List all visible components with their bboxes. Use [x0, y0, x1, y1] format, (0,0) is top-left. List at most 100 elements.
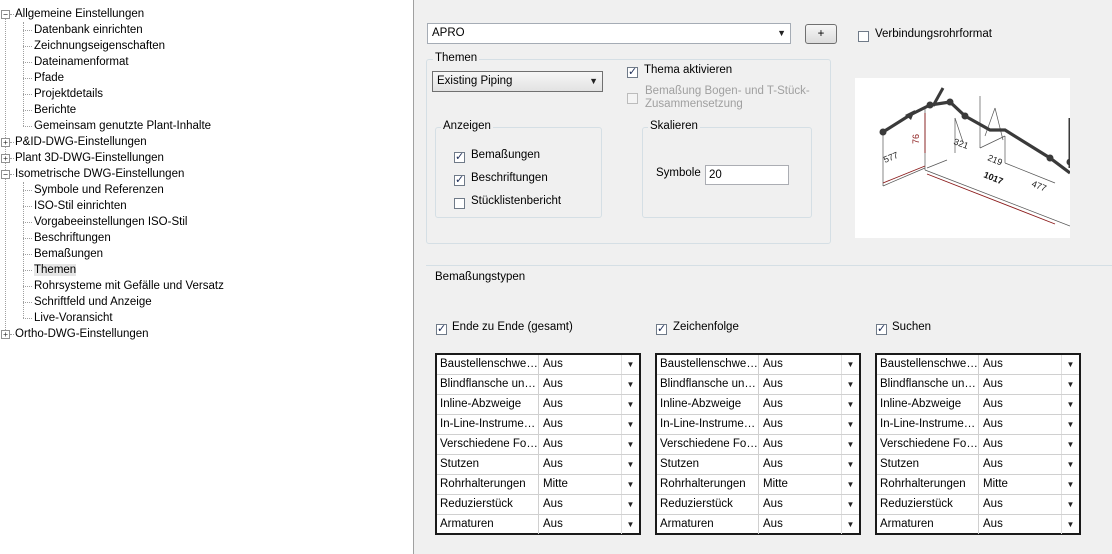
suchen-checkbox[interactable] — [876, 322, 887, 335]
suchen-grid[interactable]: Baustellenschwei... Aus ▼ Blindflansche und… — [875, 353, 1081, 535]
dimension-element-name: Inline-Abzweige — [437, 395, 539, 414]
ende-zu-ende-checkbox[interactable] — [436, 322, 447, 335]
chevron-down-icon[interactable]: ▼ — [841, 355, 859, 374]
dimension-mode-select[interactable]: Aus ▼ — [539, 495, 639, 514]
zeichenfolge-grid[interactable]: Baustellenschwei... Aus ▼ Blindflansche und… — [655, 353, 861, 535]
tree-item[interactable]: Isometrische DWG-Einstellungen — [15, 166, 184, 182]
tree-item[interactable]: Bemaßungen — [34, 246, 103, 262]
symbole-input[interactable]: 20 — [705, 165, 789, 185]
dimension-mode-select[interactable]: Aus ▼ — [759, 495, 859, 514]
chevron-down-icon[interactable]: ▼ — [621, 355, 639, 374]
dimension-mode-select[interactable]: Aus ▼ — [979, 515, 1079, 534]
chevron-down-icon[interactable]: ▼ — [1061, 395, 1079, 414]
tree-item[interactable]: Dateinamenformat — [34, 54, 129, 70]
chevron-down-icon[interactable]: ▼ — [621, 515, 639, 534]
chevron-down-icon[interactable]: ▼ — [1061, 355, 1079, 374]
chevron-down-icon[interactable]: ▼ — [1061, 515, 1079, 534]
chevron-down-icon[interactable]: ▼ — [841, 435, 859, 454]
thema-combo[interactable]: Existing Piping ▼ — [432, 71, 603, 92]
chevron-down-icon[interactable]: ▼ — [621, 475, 639, 494]
chevron-down-icon[interactable]: ▼ — [1061, 455, 1079, 474]
chevron-down-icon[interactable]: ▼ — [1061, 375, 1079, 394]
chevron-down-icon[interactable]: ▼ — [841, 495, 859, 514]
dimension-mode-select[interactable]: Aus ▼ — [539, 395, 639, 414]
dimension-mode-select[interactable]: Aus ▼ — [759, 375, 859, 394]
dimension-element-name: In-Line-Instrumente — [657, 415, 759, 434]
dimension-mode-select[interactable]: Mitte ▼ — [539, 475, 639, 494]
chevron-down-icon[interactable]: ▼ — [841, 415, 859, 434]
iso-style-combo[interactable]: APRO ▼ — [427, 23, 791, 44]
tree-item[interactable]: Allgemeine Einstellungen — [15, 6, 144, 22]
tree-item[interactable]: Projektdetails — [34, 86, 103, 102]
dimension-mode-select[interactable]: Aus ▼ — [759, 355, 859, 374]
chevron-down-icon[interactable]: ▼ — [1061, 415, 1079, 434]
dimension-mode-select[interactable]: Mitte ▼ — [759, 475, 859, 494]
dimension-mode-select[interactable]: Aus ▼ — [539, 455, 639, 474]
dimension-mode-select[interactable]: Aus ▼ — [759, 515, 859, 534]
tree-item[interactable]: P&ID-DWG-Einstellungen — [15, 134, 147, 150]
tree-item[interactable]: Zeichnungseigenschaften — [34, 38, 165, 54]
tree-item[interactable]: Plant 3D-DWG-Einstellungen — [15, 150, 164, 166]
dimension-mode-select[interactable]: Aus ▼ — [539, 375, 639, 394]
tree-item[interactable]: Berichte — [34, 102, 76, 118]
dimension-mode-select[interactable]: Aus ▼ — [539, 415, 639, 434]
thema-aktivieren-label: Thema aktivieren — [644, 64, 733, 76]
collapse-icon[interactable]: − — [1, 10, 10, 19]
chevron-down-icon[interactable]: ▼ — [1061, 475, 1079, 494]
tree-item[interactable]: Datenbank einrichten — [34, 22, 143, 38]
dimension-mode-select[interactable]: Aus ▼ — [979, 455, 1079, 474]
dimension-mode-select[interactable]: Aus ▼ — [539, 355, 639, 374]
chevron-down-icon[interactable]: ▼ — [841, 515, 859, 534]
dimension-mode-select[interactable]: Aus ▼ — [759, 455, 859, 474]
tree-item[interactable]: Vorgabeeinstellungen ISO-Stil — [34, 214, 187, 230]
expand-icon[interactable]: + — [1, 330, 10, 339]
settings-tree[interactable]: − Allgemeine Einstellungen Datenbank einri… — [0, 0, 414, 554]
tree-item[interactable]: Ortho-DWG-Einstellungen — [15, 326, 149, 342]
chevron-down-icon[interactable]: ▼ — [841, 375, 859, 394]
tree-item[interactable]: Live-Voransicht — [34, 310, 113, 326]
dimension-mode-select[interactable]: Aus ▼ — [979, 375, 1079, 394]
add-style-button[interactable]: + — [805, 24, 837, 44]
chevron-down-icon[interactable]: ▼ — [621, 455, 639, 474]
dimension-mode-select[interactable]: Aus ▼ — [759, 415, 859, 434]
verbindungsrohr-checkbox[interactable] — [858, 31, 869, 42]
dimension-mode-select[interactable]: Aus ▼ — [979, 435, 1079, 454]
expand-icon[interactable]: + — [1, 154, 10, 163]
dimension-mode-select[interactable]: Aus ▼ — [759, 435, 859, 454]
tree-item[interactable]: Gemeinsam genutzte Plant-Inhalte — [34, 118, 211, 134]
chevron-down-icon[interactable]: ▼ — [621, 415, 639, 434]
expand-icon[interactable]: + — [1, 138, 10, 147]
zeichenfolge-checkbox[interactable] — [656, 322, 667, 335]
dimension-mode-select[interactable]: Aus ▼ — [979, 495, 1079, 514]
tree-item[interactable]: Symbole und Referenzen — [34, 182, 164, 198]
dimension-mode-select[interactable]: Aus ▼ — [759, 395, 859, 414]
dimension-mode-select[interactable]: Mitte ▼ — [979, 475, 1079, 494]
chevron-down-icon[interactable]: ▼ — [621, 375, 639, 394]
tree-item[interactable]: Pfade — [34, 70, 64, 86]
dimension-mode-select[interactable]: Aus ▼ — [979, 355, 1079, 374]
tree-item[interactable]: Schriftfeld und Anzeige — [34, 294, 152, 310]
tree-item[interactable]: ISO-Stil einrichten — [34, 198, 127, 214]
beschriftungen-checkbox[interactable] — [454, 173, 465, 186]
dimension-mode-select[interactable]: Aus ▼ — [979, 415, 1079, 434]
chevron-down-icon[interactable]: ▼ — [841, 475, 859, 494]
chevron-down-icon[interactable]: ▼ — [621, 395, 639, 414]
tree-item[interactable]: Beschriftungen — [34, 230, 111, 246]
stueckliste-checkbox[interactable] — [454, 198, 465, 209]
collapse-icon[interactable]: − — [1, 170, 10, 179]
thema-aktivieren-checkbox[interactable] — [627, 65, 638, 78]
dimension-mode-select[interactable]: Aus ▼ — [539, 515, 639, 534]
chevron-down-icon[interactable]: ▼ — [841, 455, 859, 474]
tree-item[interactable]: Themen — [34, 262, 77, 278]
chevron-down-icon[interactable]: ▼ — [1061, 495, 1079, 514]
bogen-tstueck-checkbox[interactable] — [627, 93, 638, 104]
tree-item[interactable]: Rohrsysteme mit Gefälle und Versatz — [34, 278, 224, 294]
chevron-down-icon[interactable]: ▼ — [621, 435, 639, 454]
dimension-mode-select[interactable]: Aus ▼ — [979, 395, 1079, 414]
chevron-down-icon[interactable]: ▼ — [621, 495, 639, 514]
ende-zu-ende-grid[interactable]: Baustellenschwei... Aus ▼ Blindflansche und… — [435, 353, 641, 535]
chevron-down-icon[interactable]: ▼ — [1061, 435, 1079, 454]
dimension-mode-select[interactable]: Aus ▼ — [539, 435, 639, 454]
bemassungen-checkbox[interactable] — [454, 150, 465, 163]
chevron-down-icon[interactable]: ▼ — [841, 395, 859, 414]
